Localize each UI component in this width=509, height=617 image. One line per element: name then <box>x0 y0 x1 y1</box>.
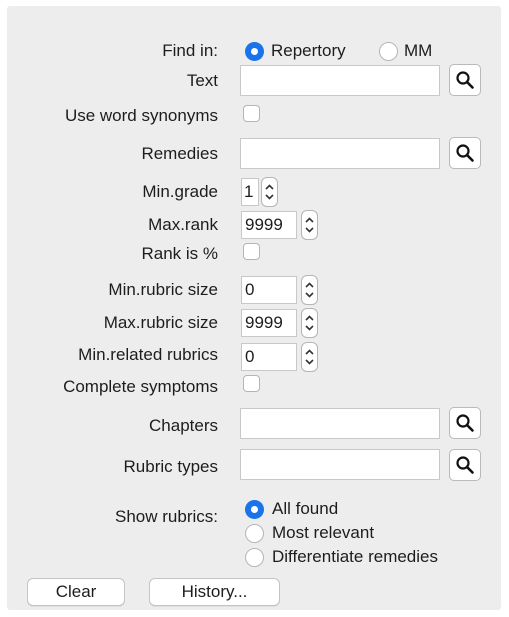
max-rubric-size-field[interactable]: 9999 <box>241 309 297 337</box>
show-rubrics-most-relevant-radio[interactable] <box>245 524 264 543</box>
find-in-repertory-label[interactable]: Repertory <box>271 40 346 62</box>
min-grade-field[interactable]: 1 <box>241 178 259 206</box>
show-rubrics-label: Show rubrics: <box>115 507 218 526</box>
use-word-synonyms-label: Use word synonyms <box>64 106 218 125</box>
use-word-synonyms-checkbox[interactable] <box>243 105 260 122</box>
min-grade-stepper[interactable] <box>261 177 278 207</box>
chapters-input[interactable] <box>240 408 440 439</box>
min-related-rubrics-field[interactable]: 0 <box>241 343 297 371</box>
show-rubrics-most-relevant-label[interactable]: Most relevant <box>272 522 374 544</box>
search-icon <box>456 456 474 474</box>
search-icon <box>456 144 474 162</box>
text-search-button[interactable] <box>449 64 481 96</box>
remedies-input[interactable] <box>240 138 440 169</box>
stepper-arrows-icon <box>265 184 274 200</box>
search-icon <box>456 71 474 89</box>
text-label: Text <box>186 71 218 90</box>
text-input[interactable] <box>240 65 440 96</box>
complete-symptoms-label: Complete symptoms <box>63 377 218 396</box>
history-button[interactable]: History... <box>149 578 280 606</box>
chapters-label: Chapters <box>149 416 218 435</box>
stepper-arrows-icon <box>305 217 314 233</box>
rubric-types-input[interactable] <box>240 449 440 480</box>
max-rubric-size-stepper[interactable] <box>301 308 318 338</box>
find-in-mm-label[interactable]: MM <box>404 40 432 62</box>
max-rank-label: Max.rank <box>148 215 218 234</box>
max-rubric-size-label: Max.rubric size <box>103 313 218 332</box>
search-icon <box>456 414 474 432</box>
find-in-mm-radio[interactable] <box>379 42 398 61</box>
min-related-rubrics-label: Min.related rubrics <box>78 345 218 364</box>
min-rubric-size-stepper[interactable] <box>301 275 318 305</box>
max-rank-stepper[interactable] <box>301 210 318 240</box>
clear-button[interactable]: Clear <box>27 578 125 606</box>
rank-is-percent-label: Rank is % <box>141 244 218 263</box>
show-rubrics-all-found-radio[interactable] <box>245 500 264 519</box>
find-in-label: Find in: <box>162 41 218 60</box>
min-grade-label: Min.grade <box>142 182 218 201</box>
find-in-repertory-radio[interactable] <box>245 42 264 61</box>
show-rubrics-all-found-label[interactable]: All found <box>272 498 338 520</box>
rank-is-percent-checkbox[interactable] <box>243 243 260 260</box>
min-rubric-size-label: Min.rubric size <box>108 280 218 299</box>
max-rank-field[interactable]: 9999 <box>241 211 297 239</box>
remedies-label: Remedies <box>141 144 218 163</box>
stepper-arrows-icon <box>305 282 314 298</box>
complete-symptoms-checkbox[interactable] <box>243 375 260 392</box>
stepper-arrows-icon <box>305 315 314 331</box>
show-rubrics-differentiate-remedies-radio[interactable] <box>245 548 264 567</box>
show-rubrics-differentiate-remedies-label[interactable]: Differentiate remedies <box>272 546 438 568</box>
search-options-panel: Find in: Repertory MM Text Use word syno… <box>7 6 501 610</box>
remedies-search-button[interactable] <box>449 137 481 169</box>
chapters-search-button[interactable] <box>449 407 481 439</box>
stepper-arrows-icon <box>305 349 314 365</box>
min-related-rubrics-stepper[interactable] <box>301 342 318 372</box>
min-rubric-size-field[interactable]: 0 <box>241 276 297 304</box>
rubric-types-search-button[interactable] <box>449 449 481 481</box>
rubric-types-label: Rubric types <box>123 457 218 476</box>
